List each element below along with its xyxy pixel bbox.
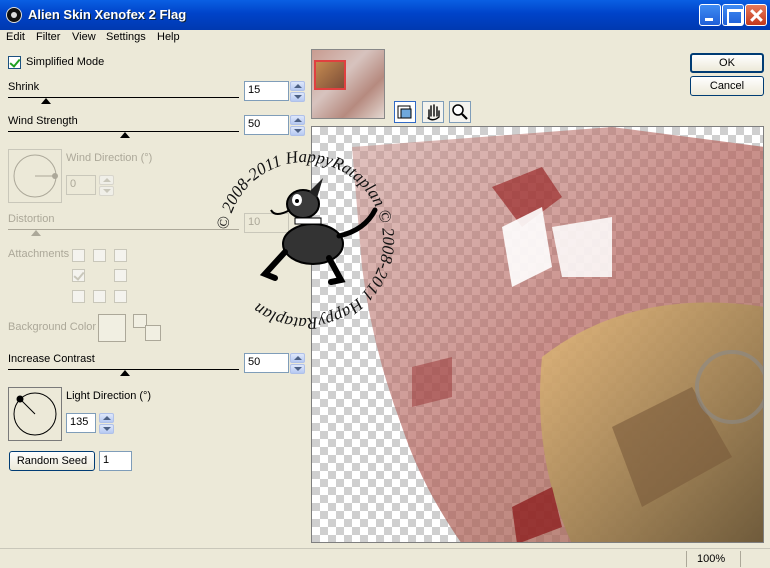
wind-direction-spinner[interactable] [99, 175, 114, 196]
minimize-button[interactable] [699, 4, 721, 26]
hand-tool-button[interactable] [422, 101, 444, 123]
attachment-bottom-left-checkbox[interactable] [72, 290, 85, 303]
background-color-label: Background Color [8, 321, 97, 333]
light-direction-dial-icon [13, 392, 57, 436]
cancel-button[interactable]: Cancel [690, 76, 764, 96]
zoom-tool-button[interactable] [449, 101, 471, 123]
menu-bar: Edit Filter View Settings Help [0, 30, 770, 46]
navigator-thumbnail[interactable] [311, 49, 385, 119]
wind-direction-field[interactable]: 0 [66, 175, 96, 195]
wind-direction-label: Wind Direction (°) [66, 152, 153, 164]
zoom-level: 100% [697, 553, 726, 565]
preview-toggle-button[interactable] [394, 101, 416, 123]
wind-strength-label: Wind Strength [8, 115, 78, 127]
increase-contrast-slider-thumb[interactable] [120, 370, 130, 376]
random-seed-button[interactable]: Random Seed [9, 451, 95, 471]
distortion-slider-thumb[interactable] [31, 230, 41, 236]
shrink-label: Shrink [8, 81, 40, 93]
random-seed-field[interactable]: 1 [99, 451, 132, 471]
attachment-top-left-checkbox[interactable] [72, 249, 85, 262]
watermark-stamp: © 2008-2011 HappyRataplan © 2008-2011 Ha… [205, 140, 405, 340]
window-title: Alien Skin Xenofex 2 Flag [28, 7, 187, 22]
attachment-bottom-right-checkbox[interactable] [114, 290, 127, 303]
light-direction-dial[interactable] [8, 387, 62, 441]
light-direction-spinner[interactable] [99, 413, 114, 434]
menu-filter[interactable]: Filter [36, 31, 60, 43]
wind-direction-dial-icon [13, 154, 58, 198]
hand-icon [427, 104, 440, 121]
status-separator [740, 551, 741, 567]
increase-contrast-spinner[interactable] [290, 353, 305, 374]
attachment-top-center-checkbox[interactable] [93, 249, 106, 262]
background-color-swatch[interactable] [98, 314, 126, 342]
preview-toggle-icon [397, 105, 412, 119]
increase-contrast-label: Increase Contrast [8, 353, 95, 365]
ok-button[interactable]: OK [690, 53, 764, 73]
light-direction-label: Light Direction (°) [66, 390, 152, 402]
zoom-icon [452, 104, 468, 120]
attachment-top-right-checkbox[interactable] [114, 249, 127, 262]
attachments-label: Attachments [8, 248, 70, 260]
increase-contrast-field[interactable]: 50 [244, 353, 289, 373]
navigator-selection-box[interactable] [314, 60, 346, 90]
maximize-button[interactable] [722, 4, 744, 26]
distortion-label: Distortion [8, 213, 55, 225]
attachment-middle-right-checkbox[interactable] [114, 269, 127, 282]
simplified-mode-label: Simplified Mode [26, 56, 105, 68]
shrink-spinner[interactable] [290, 81, 305, 102]
menu-settings[interactable]: Settings [106, 31, 146, 43]
wind-direction-dial[interactable] [8, 149, 62, 203]
menu-edit[interactable]: Edit [6, 31, 25, 43]
app-icon [6, 7, 22, 23]
cartoon-dog-icon [259, 178, 378, 285]
status-separator [686, 551, 687, 567]
simplified-mode-checkbox[interactable] [8, 56, 21, 69]
title-bar: Alien Skin Xenofex 2 Flag [0, 0, 770, 30]
wind-strength-slider-thumb[interactable] [120, 132, 130, 138]
attachment-middle-left-checkbox[interactable] [72, 269, 85, 282]
menu-view[interactable]: View [72, 31, 96, 43]
light-direction-field[interactable]: 135 [66, 413, 96, 433]
shrink-slider-thumb[interactable] [41, 98, 51, 104]
menu-help[interactable]: Help [157, 31, 180, 43]
status-bar: 100% [0, 548, 770, 568]
attachment-bottom-center-checkbox[interactable] [93, 290, 106, 303]
shrink-field[interactable]: 15 [244, 81, 289, 101]
background-color-secondary-swatch[interactable] [145, 325, 161, 341]
wind-strength-spinner[interactable] [290, 115, 305, 136]
close-button[interactable] [745, 4, 767, 26]
wind-strength-field[interactable]: 50 [244, 115, 289, 135]
